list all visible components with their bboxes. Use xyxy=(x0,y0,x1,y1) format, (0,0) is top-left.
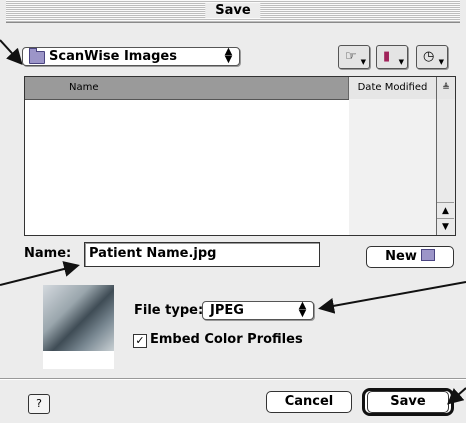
new-folder-button[interactable]: New xyxy=(366,246,454,268)
file-type-popup[interactable]: JPEG ▲ ▼ xyxy=(202,301,314,320)
file-list-header: Name Date Modified ≜ xyxy=(25,77,455,100)
annotation-arrow xyxy=(318,281,466,314)
file-name-input[interactable]: Patient Name.jpg xyxy=(84,242,320,267)
recent-button[interactable]: ◷ ▼ xyxy=(416,45,448,69)
folder-icon xyxy=(29,48,45,64)
help-button[interactable]: ? xyxy=(28,394,50,414)
new-button-label: New xyxy=(385,249,417,264)
window-title: Save xyxy=(205,3,261,18)
sort-order-icon[interactable]: ≜ xyxy=(437,77,455,99)
image-preview xyxy=(43,285,114,369)
embed-profiles-checkbox[interactable]: ✓ xyxy=(133,334,147,348)
new-folder-icon xyxy=(420,249,435,261)
annotation-arrow xyxy=(0,261,80,286)
divider xyxy=(0,378,466,380)
file-type-label: File type: xyxy=(134,303,204,318)
scroll-down-icon[interactable]: ▼ xyxy=(437,218,454,235)
favorites-button[interactable]: ▮ ▼ xyxy=(376,45,408,69)
cancel-button[interactable]: Cancel xyxy=(266,391,352,413)
file-list[interactable]: Name Date Modified ≜ ▲ ▼ xyxy=(24,76,456,236)
save-dialog: Save ScanWise Images ▲ ▼ ☞ ▼ ▮ ▼ ◷ ▼ Name… xyxy=(0,0,466,423)
location-popup[interactable]: ScanWise Images ▲ ▼ xyxy=(22,47,240,66)
menu-triangle-icon: ▼ xyxy=(438,58,444,66)
name-label: Name: xyxy=(24,246,72,261)
name-column-header[interactable]: Name xyxy=(25,77,349,99)
annotation-arrow xyxy=(0,39,23,65)
menu-triangle-icon: ▼ xyxy=(360,58,366,66)
title-bar[interactable]: Save xyxy=(6,0,460,23)
xray-thumbnail xyxy=(43,285,114,351)
menu-triangle-icon: ▼ xyxy=(398,58,404,66)
bookmark-folder-icon: ▮ xyxy=(383,49,391,64)
popup-arrows-icon: ▲ ▼ xyxy=(298,300,307,319)
save-button[interactable]: Save xyxy=(367,391,449,413)
pointing-hand-icon: ☞ xyxy=(345,49,357,64)
clock-icon: ◷ xyxy=(423,49,435,64)
shortcuts-button[interactable]: ☞ ▼ xyxy=(338,45,370,69)
file-type-value: JPEG xyxy=(210,303,244,318)
date-column xyxy=(349,99,437,235)
embed-profiles-label[interactable]: Embed Color Profiles xyxy=(150,332,303,347)
popup-arrows-icon: ▲ ▼ xyxy=(224,46,233,65)
location-popup-value: ScanWise Images xyxy=(49,49,177,64)
vertical-scrollbar[interactable]: ▲ ▼ xyxy=(436,99,455,235)
scroll-up-icon[interactable]: ▲ xyxy=(437,202,454,219)
date-modified-column-header[interactable]: Date Modified xyxy=(349,77,437,99)
